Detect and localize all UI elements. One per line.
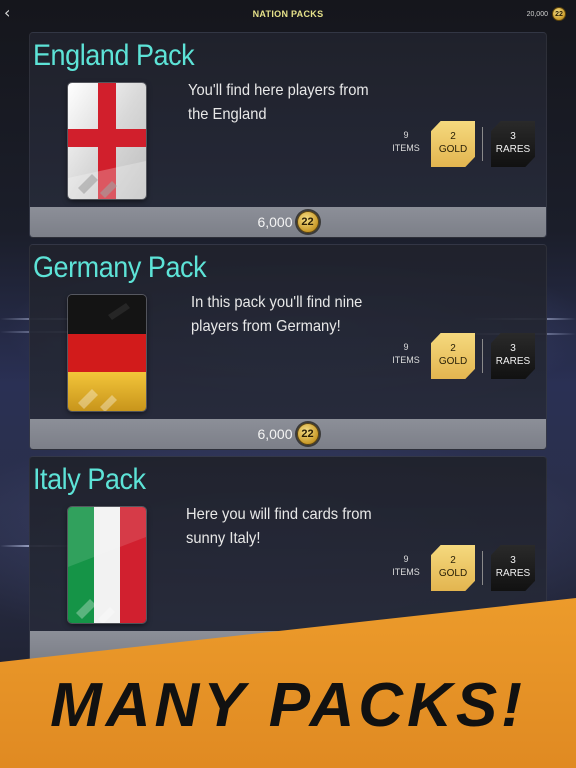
- price-button[interactable]: 6,000 22: [30, 207, 546, 237]
- pack-card-italy[interactable]: Italy Pack Here you will find cards from…: [29, 456, 547, 662]
- price-button[interactable]: 6,000 22: [30, 419, 546, 449]
- gold-count: 2: [450, 131, 456, 142]
- rares-badge: 3 RARES: [491, 545, 535, 591]
- pack-stats: 9 ITEMS 2 GOLD 3 RARES: [386, 545, 538, 591]
- rares-badge: 3 RARES: [491, 121, 535, 167]
- top-bar: ‹ NATION PACKS 20,000 22: [0, 0, 576, 30]
- gold-badge: 2 GOLD: [431, 333, 475, 379]
- coin-balance: 20,000 22: [527, 7, 566, 21]
- items-count: 9: [403, 130, 409, 140]
- rares-count: 3: [510, 555, 516, 566]
- items-stat: 9 ITEMS: [386, 129, 426, 155]
- items-count: 9: [403, 342, 409, 352]
- price-button[interactable]: [30, 631, 546, 661]
- price-amount: 6,000: [257, 214, 293, 230]
- italy-flag-pack-image: [68, 507, 146, 623]
- items-label: ITEMS: [392, 143, 420, 153]
- items-label: ITEMS: [392, 567, 420, 577]
- items-count: 9: [403, 554, 409, 564]
- coin-icon: 22: [296, 423, 319, 445]
- gold-label: GOLD: [438, 144, 468, 155]
- divider: [482, 127, 483, 161]
- pack-title: England Pack: [33, 39, 195, 72]
- gold-count: 2: [450, 343, 456, 354]
- items-stat: 9 ITEMS: [386, 341, 426, 367]
- gold-badge: 2 GOLD: [431, 121, 475, 167]
- rares-count: 3: [510, 343, 516, 354]
- divider: [482, 339, 483, 373]
- divider: [482, 551, 483, 585]
- pack-card-england[interactable]: England Pack You'll find here players fr…: [29, 32, 547, 238]
- rares-badge: 3 RARES: [491, 333, 535, 379]
- balance-amount: 20,000: [526, 10, 548, 18]
- price-amount: 6,000: [257, 426, 293, 442]
- germany-flag-pack-image: [68, 295, 146, 411]
- pack-card-germany[interactable]: Germany Pack In this pack you'll find ni…: [29, 244, 547, 450]
- coin-icon: 22: [552, 7, 566, 21]
- gold-badge: 2 GOLD: [431, 545, 475, 591]
- pack-title: Italy Pack: [33, 463, 146, 496]
- rares-count: 3: [510, 131, 516, 142]
- rares-label: RARES: [495, 356, 531, 367]
- promo-banner-text: MANY PACKS!: [50, 671, 526, 740]
- items-stat: 9 ITEMS: [386, 553, 426, 579]
- pack-stats: 9 ITEMS 2 GOLD 3 RARES: [386, 121, 538, 167]
- rares-label: RARES: [495, 144, 531, 155]
- pack-description: You'll find here players from the Englan…: [188, 82, 369, 123]
- gold-label: GOLD: [438, 356, 468, 367]
- items-label: ITEMS: [392, 355, 420, 365]
- gold-label: GOLD: [438, 568, 468, 579]
- pack-description: In this pack you'll find nine players fr…: [191, 294, 363, 335]
- page-title: NATION PACKS: [252, 9, 324, 19]
- pack-title: Germany Pack: [33, 251, 207, 284]
- gold-count: 2: [450, 555, 456, 566]
- rares-label: RARES: [495, 568, 531, 579]
- coin-icon: 22: [296, 211, 319, 233]
- england-flag-pack-image: [68, 83, 146, 199]
- pack-description: Here you will find cards from sunny Ital…: [186, 506, 372, 547]
- pack-stats: 9 ITEMS 2 GOLD 3 RARES: [386, 333, 538, 379]
